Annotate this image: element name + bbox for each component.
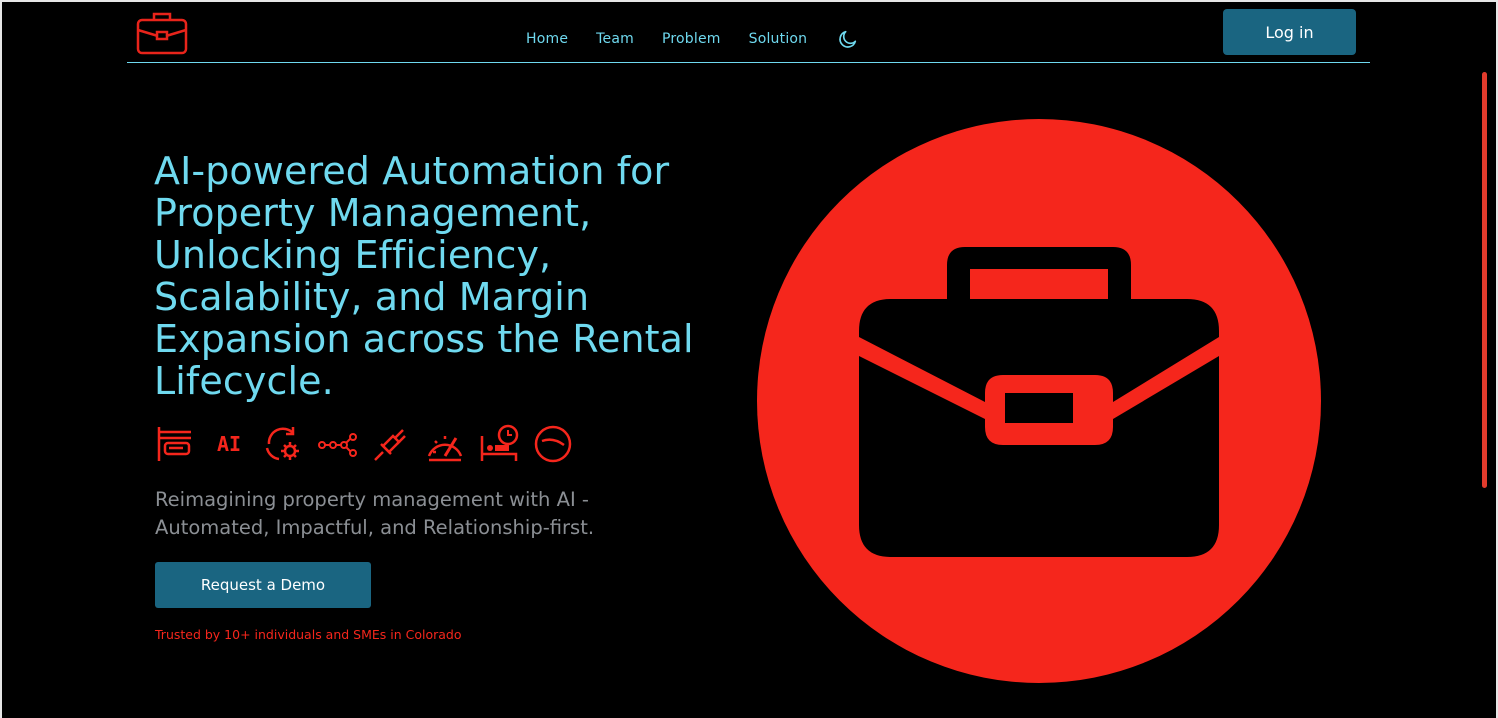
bed-clock-icon [480,424,519,461]
ai-icon: AI [217,432,241,456]
briefcase-icon [757,119,1321,683]
speedometer-icon [427,436,463,462]
nav-solution-link[interactable]: Solution [749,31,808,47]
nav-problem-link[interactable]: Problem [662,31,721,47]
briefcase-icon[interactable] [136,10,188,56]
trusted-by-text: Trusted by 10+ individuals and SMEs in C… [155,627,462,642]
nav-home-link[interactable]: Home [526,31,568,47]
moon-icon[interactable] [837,28,859,50]
request-demo-button[interactable]: Request a Demo [155,562,371,608]
svg-text:AI: AI [217,432,241,456]
workflow-icon [318,433,357,457]
hero-subtitle: Reimagining property management with AI … [155,488,595,539]
gauge-icon [534,425,572,463]
login-button[interactable]: Log in [1223,9,1356,55]
screen-icon [157,427,191,461]
top-navbar: Home Team Problem Solution Log in [127,2,1370,63]
scrollbar-thumb[interactable] [1482,72,1487,488]
nav-links: Home Team Problem Solution [526,28,859,50]
plug-icon [374,429,406,461]
refresh-settings-icon [265,427,299,461]
feature-icon-row: AI [155,424,587,464]
hero-headline: AI-powered Automation for Property Manag… [154,149,694,403]
nav-team-link[interactable]: Team [596,31,634,47]
